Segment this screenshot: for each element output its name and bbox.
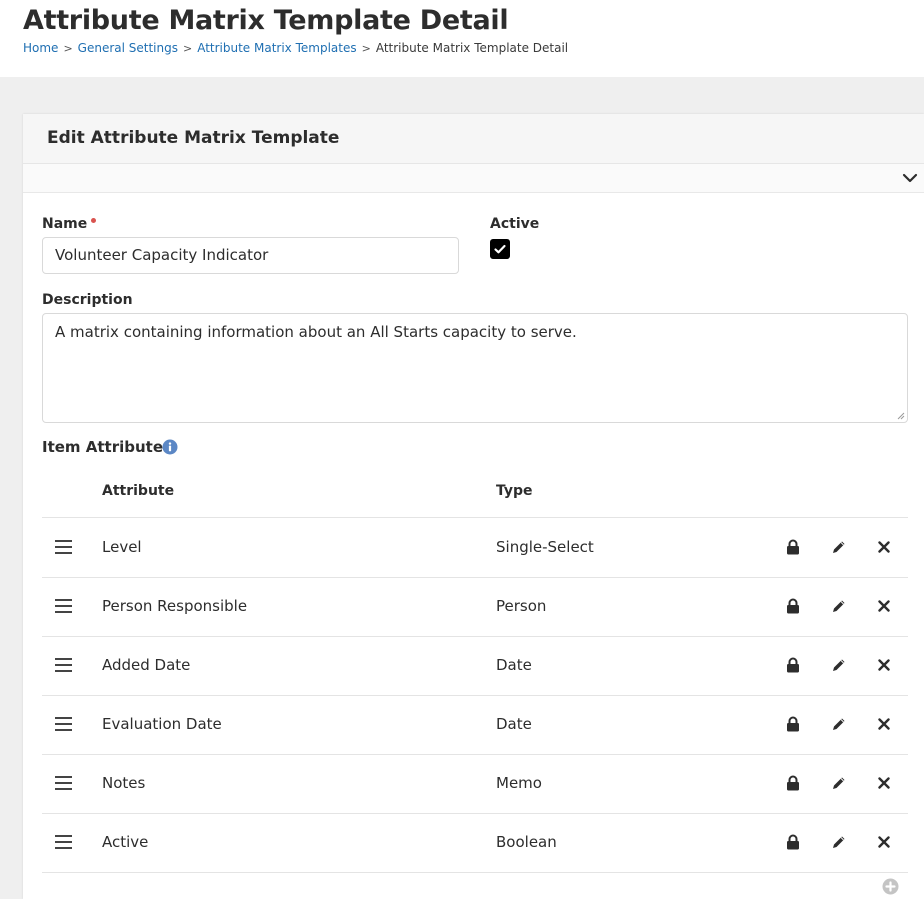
- panel-drawer: [23, 164, 924, 193]
- pencil-icon[interactable]: [831, 834, 847, 850]
- attribute-type: Date: [496, 715, 532, 733]
- drag-handle-icon[interactable]: [55, 540, 72, 554]
- table-row: Active Boolean: [42, 813, 908, 873]
- pencil-icon[interactable]: [831, 775, 847, 791]
- breadcrumb-attribute-matrix-templates[interactable]: Attribute Matrix Templates: [197, 41, 356, 55]
- drag-handle-icon[interactable]: [55, 717, 72, 731]
- close-icon[interactable]: [878, 659, 890, 671]
- breadcrumb-current: Attribute Matrix Template Detail: [375, 41, 569, 55]
- chevron-down-icon[interactable]: [900, 168, 920, 188]
- description-textarea[interactable]: A matrix containing information about an…: [42, 313, 908, 423]
- pencil-icon[interactable]: [831, 598, 847, 614]
- table-row: Notes Memo: [42, 754, 908, 814]
- drag-handle-icon[interactable]: [55, 835, 72, 849]
- attribute-name: Person Responsible: [102, 597, 248, 615]
- attribute-type: Single-Select: [496, 538, 594, 556]
- attribute-name: Evaluation Date: [102, 715, 222, 733]
- page-header: Attribute Matrix Template Detail Home > Ge…: [0, 0, 924, 77]
- panel-title: Edit Attribute Matrix Template: [47, 128, 340, 148]
- attribute-type: Boolean: [496, 833, 557, 851]
- lock-icon[interactable]: [786, 598, 800, 614]
- name-label-text: Name: [42, 216, 88, 232]
- column-header-type: Type: [496, 483, 533, 499]
- active-label: Active: [490, 216, 540, 232]
- close-icon[interactable]: [878, 836, 890, 848]
- name-input[interactable]: Volunteer Capacity Indicator: [42, 237, 459, 274]
- page-title: Attribute Matrix Template Detail: [23, 5, 509, 36]
- table-row: Evaluation Date Date: [42, 695, 908, 755]
- lock-icon[interactable]: [786, 539, 800, 555]
- lock-icon[interactable]: [786, 834, 800, 850]
- attribute-name: Added Date: [102, 656, 191, 674]
- attribute-type: Date: [496, 656, 532, 674]
- add-circle-icon[interactable]: [882, 878, 899, 895]
- name-label: Name: [42, 216, 97, 232]
- close-icon[interactable]: [878, 600, 890, 612]
- lock-icon[interactable]: [786, 657, 800, 673]
- info-icon[interactable]: [162, 439, 178, 455]
- column-header-attribute: Attribute: [102, 483, 175, 499]
- checkmark-icon: [494, 244, 506, 254]
- lock-icon[interactable]: [786, 775, 800, 791]
- table-row: Level Single-Select: [42, 518, 908, 578]
- close-icon[interactable]: [878, 777, 890, 789]
- resize-grip-icon[interactable]: [897, 412, 905, 420]
- pencil-icon[interactable]: [831, 657, 847, 673]
- breadcrumb-separator-icon: >: [182, 42, 193, 55]
- pencil-icon[interactable]: [831, 539, 847, 555]
- breadcrumb-separator-icon: >: [361, 42, 371, 55]
- edit-panel: Edit Attribute Matrix Template Name Volu…: [23, 114, 924, 899]
- close-icon[interactable]: [878, 718, 890, 730]
- description-label: Description: [42, 292, 133, 308]
- attribute-name: Active: [102, 833, 149, 851]
- close-icon[interactable]: [878, 541, 890, 553]
- item-attributes-title: Item Attributes: [42, 438, 172, 456]
- breadcrumb-general-settings[interactable]: General Settings: [78, 41, 178, 55]
- description-text: A matrix containing information about an…: [55, 323, 577, 341]
- table-row: Person Responsible Person: [42, 577, 908, 637]
- breadcrumb-separator-icon: >: [63, 42, 73, 55]
- breadcrumb: Home > General Settings > Attribute Matrix T…: [23, 41, 568, 55]
- attribute-name: Level: [102, 538, 142, 556]
- active-checkbox[interactable]: [490, 239, 510, 259]
- table-row: Added Date Date: [42, 636, 908, 696]
- breadcrumb-home[interactable]: Home: [23, 41, 58, 55]
- drag-handle-icon[interactable]: [55, 658, 72, 672]
- required-indicator: [91, 218, 97, 223]
- pencil-icon[interactable]: [831, 716, 847, 732]
- drag-handle-icon[interactable]: [55, 776, 72, 790]
- attribute-name: Notes: [102, 774, 146, 792]
- attribute-type: Memo: [496, 774, 542, 792]
- panel-heading: Edit Attribute Matrix Template: [23, 114, 924, 164]
- lock-icon[interactable]: [786, 716, 800, 732]
- attribute-type: Person: [496, 597, 547, 615]
- drag-handle-icon[interactable]: [55, 599, 72, 613]
